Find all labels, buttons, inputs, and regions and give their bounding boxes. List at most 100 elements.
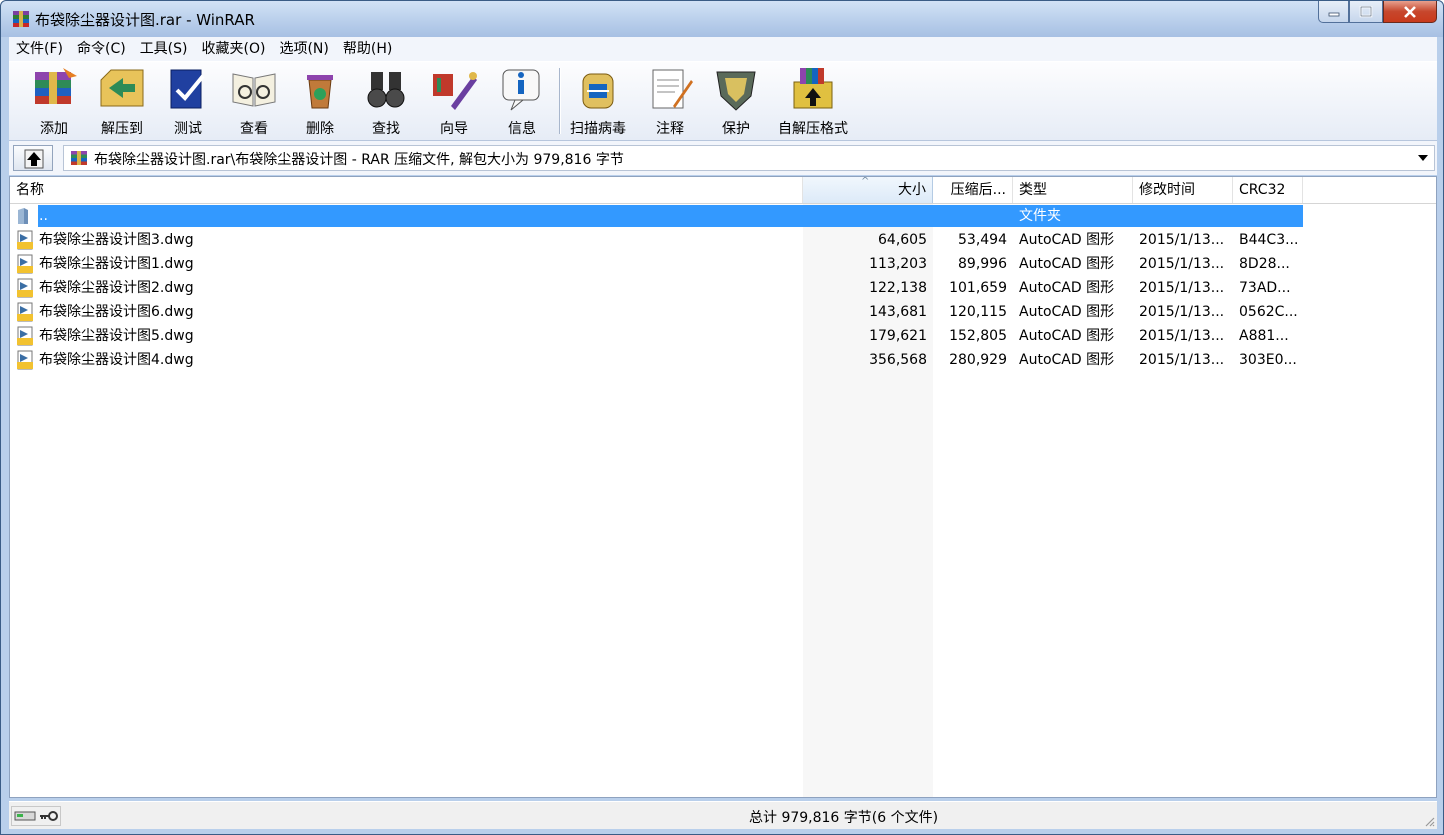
toolbar-test-button[interactable]: 测试 [155, 66, 221, 138]
toolbar-comment-button[interactable]: 注释 [637, 66, 703, 138]
column-header-size[interactable]: ^ 大小 [803, 177, 933, 203]
dwg-file-icon [17, 278, 33, 298]
file-modified: 2015/1/13... [1139, 304, 1225, 320]
dwg-file-icon [17, 302, 33, 322]
address-dropdown-button[interactable] [1414, 148, 1432, 168]
window-controls [1318, 1, 1437, 23]
address-field[interactable]: 布袋除尘器设计图.rar\布袋除尘器设计图 - RAR 压缩文件, 解包大小为 … [63, 145, 1435, 171]
toolbar: 添加 解压到 测试 查看 删除 查找 向导 信息 扫描病毒 注释 保护 自解压格… [9, 61, 1437, 141]
menu-help[interactable]: 帮助(H) [336, 37, 399, 61]
title-bar[interactable]: 布袋除尘器设计图.rar - WinRAR [1, 1, 1443, 37]
status-icons [11, 806, 61, 826]
resize-grip-icon[interactable] [1423, 815, 1435, 827]
winrar-window: 布袋除尘器设计图.rar - WinRAR 文件(F) 命令(C) 工具(S) … [0, 0, 1444, 835]
menu-commands[interactable]: 命令(C) [70, 37, 133, 61]
table-row[interactable]: 布袋除尘器设计图5.dwg 179,621 152,805 AutoCAD 图形… [10, 324, 1436, 348]
menu-options[interactable]: 选项(N) [272, 37, 335, 61]
delete-icon [307, 75, 333, 109]
add-archive-icon [35, 68, 77, 104]
toolbar-extract-button[interactable]: 解压到 [89, 66, 155, 138]
menu-file[interactable]: 文件(F) [9, 37, 70, 61]
winrar-app-icon [13, 11, 29, 27]
toolbar-protect-button[interactable]: 保护 [703, 66, 769, 138]
toolbar-info-button[interactable]: 信息 [489, 66, 555, 138]
toolbar-delete-button[interactable]: 删除 [287, 66, 353, 138]
file-crc: B44C3... [1239, 232, 1299, 248]
table-row[interactable]: 布袋除尘器设计图2.dwg 122,138 101,659 AutoCAD 图形… [10, 276, 1436, 300]
toolbar-extract-label: 解压到 [101, 121, 143, 137]
menu-favorites[interactable]: 收藏夹(O) [195, 37, 273, 61]
column-header-type-label: 类型 [1019, 182, 1047, 198]
file-list[interactable]: 名称 ^ 大小 压缩后... 类型 修改时间 CRC32 .. 文件夹 布袋除尘… [9, 176, 1437, 798]
comment-icon [652, 69, 693, 109]
sort-ascending-icon: ^ [861, 177, 870, 187]
toolbar-sfx-label: 自解压格式 [778, 121, 848, 137]
table-row[interactable]: 布袋除尘器设计图3.dwg 64,605 53,494 AutoCAD 图形 2… [10, 228, 1436, 252]
table-row[interactable]: 布袋除尘器设计图1.dwg 113,203 89,996 AutoCAD 图形 … [10, 252, 1436, 276]
file-size: 64,605 [878, 232, 927, 248]
toolbar-add-button[interactable]: 添加 [21, 66, 87, 138]
close-icon [1404, 5, 1416, 18]
minimize-icon [1328, 12, 1339, 16]
toolbar-find-label: 查找 [372, 121, 400, 137]
file-type: AutoCAD 图形 [1019, 232, 1115, 248]
file-size: 179,621 [869, 328, 927, 344]
test-icon [170, 69, 205, 109]
file-name: 布袋除尘器设计图5.dwg [39, 328, 194, 344]
column-header-packed[interactable]: 压缩后... [933, 177, 1013, 203]
toolbar-wizard-label: 向导 [440, 121, 468, 137]
drive-icon [14, 811, 36, 821]
file-name: 布袋除尘器设计图2.dwg [39, 280, 194, 296]
column-header-crc-label: CRC32 [1239, 182, 1286, 198]
file-packed-size: 89,996 [958, 256, 1007, 272]
file-crc: 8D28... [1239, 256, 1290, 272]
column-header-crc[interactable]: CRC32 [1233, 177, 1303, 203]
column-header-name[interactable]: 名称 [10, 177, 803, 203]
file-packed-size: 120,115 [949, 304, 1007, 320]
file-size: 356,568 [869, 352, 927, 368]
file-type: AutoCAD 图形 [1019, 328, 1115, 344]
maximize-button[interactable] [1349, 1, 1383, 23]
view-icon [232, 73, 276, 107]
column-header-modified[interactable]: 修改时间 [1133, 177, 1233, 203]
toolbar-view-button[interactable]: 查看 [221, 66, 287, 138]
wizard-icon [433, 72, 477, 110]
list-header: 名称 ^ 大小 压缩后... 类型 修改时间 CRC32 [10, 177, 1436, 204]
toolbar-info-label: 信息 [508, 121, 536, 137]
file-name: 布袋除尘器设计图4.dwg [39, 352, 194, 368]
toolbar-scan-virus-button[interactable]: 扫描病毒 [565, 66, 631, 138]
parent-folder-row[interactable]: .. 文件夹 [10, 204, 1436, 228]
minimize-button[interactable] [1318, 1, 1349, 23]
file-name: 布袋除尘器设计图1.dwg [39, 256, 194, 272]
file-packed-size: 280,929 [949, 352, 1007, 368]
file-type: AutoCAD 图形 [1019, 304, 1115, 320]
column-header-type[interactable]: 类型 [1013, 177, 1133, 203]
toolbar-wizard-button[interactable]: 向导 [421, 66, 487, 138]
file-crc: A881... [1239, 328, 1289, 344]
file-crc: 0562C... [1239, 304, 1298, 320]
window-title: 布袋除尘器设计图.rar - WinRAR [35, 11, 255, 29]
file-packed-size: 101,659 [949, 280, 1007, 296]
file-size: 113,203 [869, 256, 927, 272]
close-button[interactable] [1383, 1, 1437, 23]
toolbar-find-button[interactable]: 查找 [353, 66, 419, 138]
file-type: AutoCAD 图形 [1019, 352, 1115, 368]
toolbar-view-label: 查看 [240, 121, 268, 137]
scan-virus-icon [582, 73, 614, 109]
file-size: 122,138 [869, 280, 927, 296]
dwg-file-icon [17, 350, 33, 370]
menu-tools[interactable]: 工具(S) [133, 37, 195, 61]
up-folder-button[interactable] [13, 145, 53, 171]
dwg-file-icon [17, 230, 33, 250]
column-header-size-label: 大小 [898, 182, 926, 198]
table-row[interactable]: 布袋除尘器设计图4.dwg 356,568 280,929 AutoCAD 图形… [10, 348, 1436, 372]
file-modified: 2015/1/13... [1139, 352, 1225, 368]
table-row[interactable]: 布袋除尘器设计图6.dwg 143,681 120,115 AutoCAD 图形… [10, 300, 1436, 324]
toolbar-sfx-button[interactable]: 自解压格式 [773, 66, 853, 138]
dwg-file-icon [17, 326, 33, 346]
file-modified: 2015/1/13... [1139, 256, 1225, 272]
key-icon [40, 811, 58, 821]
info-icon [502, 69, 540, 111]
toolbar-separator [559, 68, 561, 134]
file-packed-size: 152,805 [949, 328, 1007, 344]
